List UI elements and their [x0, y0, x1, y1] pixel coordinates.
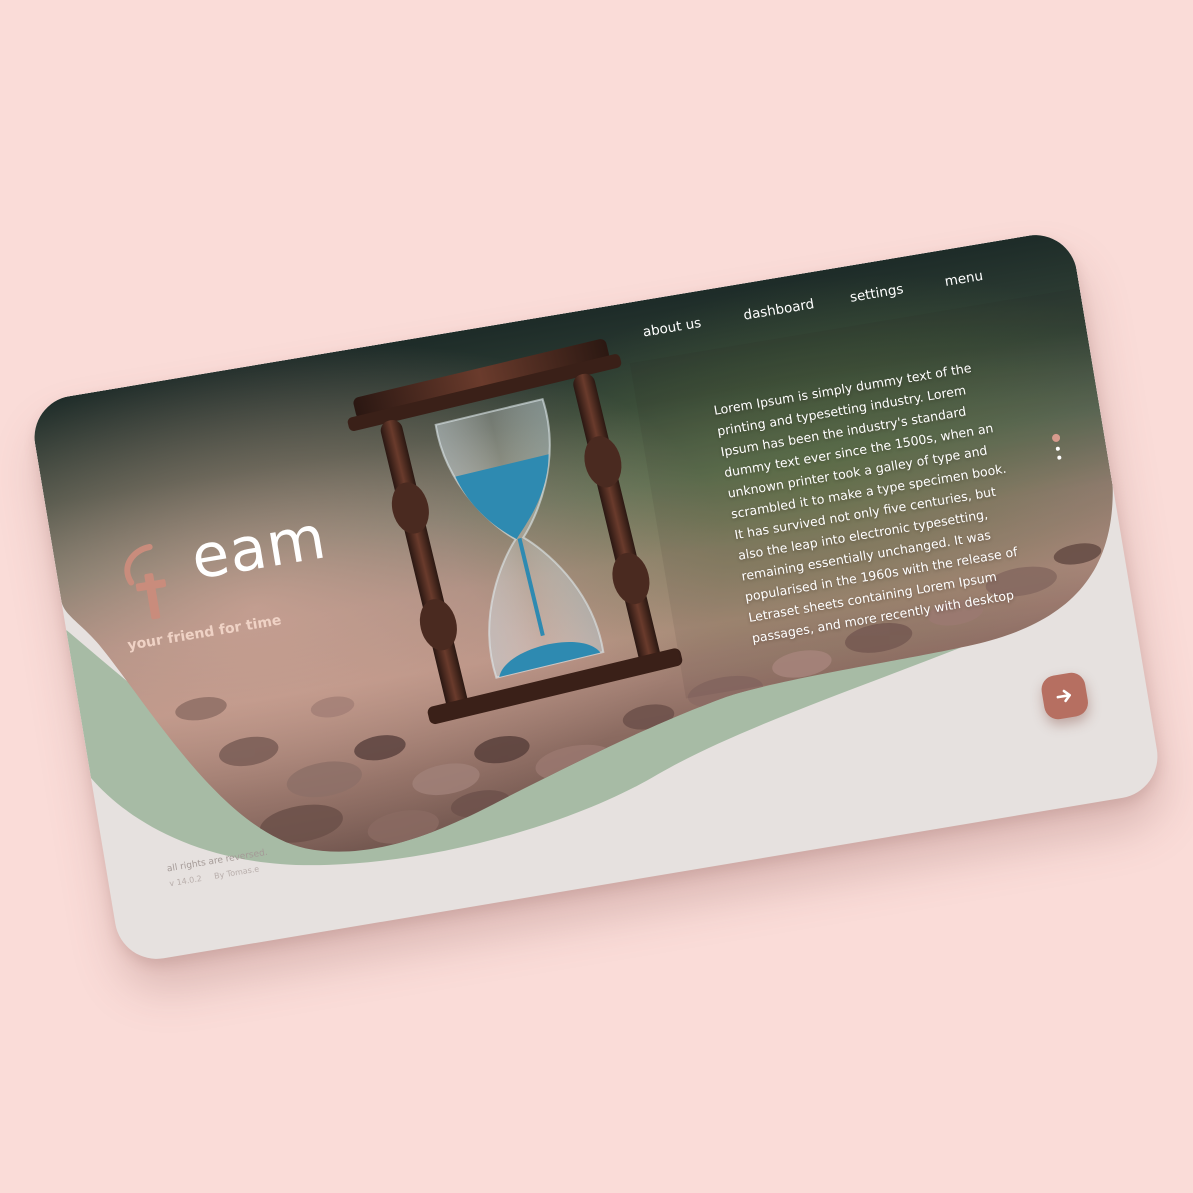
next-button[interactable]	[1039, 670, 1091, 722]
arrow-right-icon	[1056, 689, 1071, 703]
app-card-stage: eam your friend for time about us dashbo…	[28, 228, 1164, 966]
pager-dot-active[interactable]	[1051, 433, 1061, 443]
app-card: eam your friend for time about us dashbo…	[28, 228, 1164, 966]
pager-dot[interactable]	[1055, 446, 1061, 452]
pager-dot[interactable]	[1057, 455, 1062, 460]
hero-body-text: Lorem Ipsum is simply dummy text of the …	[712, 360, 1019, 646]
logo-mark-icon	[124, 543, 167, 620]
